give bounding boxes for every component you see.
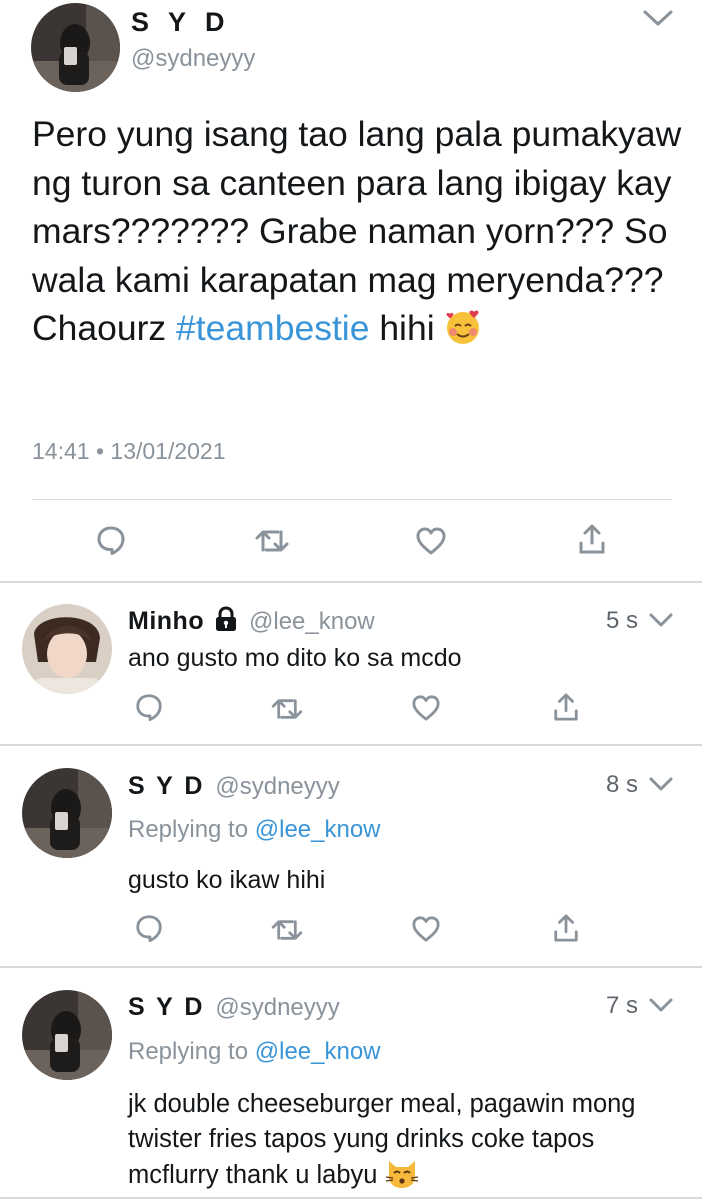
heart-icon[interactable] (415, 526, 447, 556)
divider (0, 581, 702, 583)
lock-icon (213, 606, 239, 644)
chevron-down-icon[interactable] (648, 997, 674, 1013)
display-name[interactable]: Minho (128, 607, 204, 635)
reply-header: S Y D @sydneyyy (128, 770, 340, 806)
kissing-cat-emoji (385, 1157, 419, 1199)
display-name[interactable]: S Y D (128, 772, 205, 800)
replying-to: Replying to @lee_know (128, 816, 381, 844)
reply-header: Minho @lee_know (128, 605, 375, 644)
display-name[interactable]: S Y D (128, 993, 205, 1021)
chevron-down-icon[interactable] (648, 776, 674, 792)
avatar[interactable] (22, 768, 112, 858)
replying-label: Replying to (128, 816, 249, 843)
reply-text-block: jk double cheeseburger meal, pagawin mon… (128, 1087, 668, 1199)
reply-text: jk double cheeseburger meal, pagawin mon… (128, 1090, 636, 1189)
retweet-icon[interactable] (270, 697, 304, 721)
username[interactable]: @lee_know (249, 608, 375, 635)
replying-label: Replying to (128, 1038, 249, 1065)
smiling-face-with-hearts-emoji (444, 308, 482, 359)
retweet-icon[interactable] (254, 528, 290, 554)
username[interactable]: @sydneyyy (215, 994, 339, 1021)
display-name[interactable]: S Y D (131, 7, 231, 38)
tweet-date: 13/01/2021 (110, 438, 226, 464)
heart-icon[interactable] (411, 915, 441, 943)
share-icon[interactable] (577, 523, 607, 555)
divider (0, 1197, 702, 1199)
reply-timestamp: 7 s (606, 992, 639, 1019)
reply-timestamp: 5 s (606, 607, 639, 634)
avatar[interactable] (22, 604, 112, 694)
tweet-time: 14:41 (32, 438, 90, 464)
timestamp[interactable]: 14:41 • 13/01/2021 (32, 438, 226, 465)
username[interactable]: @sydneyyy (131, 45, 255, 73)
username[interactable]: @sydneyyy (215, 773, 339, 800)
avatar[interactable] (31, 3, 120, 92)
share-icon[interactable] (552, 692, 580, 722)
reply-text: ano gusto mo dito ko sa mcdo (128, 644, 462, 672)
meta-separator: • (95, 438, 105, 464)
chevron-down-icon[interactable] (648, 612, 674, 628)
reply-bubble-icon[interactable] (95, 524, 127, 556)
reply-bubble-icon[interactable] (134, 913, 164, 943)
divider (32, 499, 672, 500)
tweet-text: Pero yung isang tao lang pala pumakyaw n… (32, 110, 682, 359)
replying-to: Replying to @lee_know (128, 1038, 381, 1066)
tweet-text-tail: hihi (369, 308, 435, 348)
share-icon[interactable] (552, 913, 580, 943)
reply-header: S Y D @sydneyyy (128, 991, 340, 1027)
reply-text: gusto ko ikaw hihi (128, 866, 326, 894)
reply-bubble-icon[interactable] (134, 692, 164, 722)
reply-timestamp: 8 s (606, 771, 639, 798)
heart-icon[interactable] (411, 694, 441, 722)
mention-link[interactable]: @lee_know (255, 816, 381, 843)
divider (0, 744, 702, 746)
hashtag-link[interactable]: #teambestie (176, 308, 369, 348)
divider (0, 966, 702, 968)
avatar[interactable] (22, 990, 112, 1080)
chevron-down-icon[interactable] (642, 8, 674, 28)
mention-link[interactable]: @lee_know (255, 1038, 381, 1065)
retweet-icon[interactable] (270, 918, 304, 942)
